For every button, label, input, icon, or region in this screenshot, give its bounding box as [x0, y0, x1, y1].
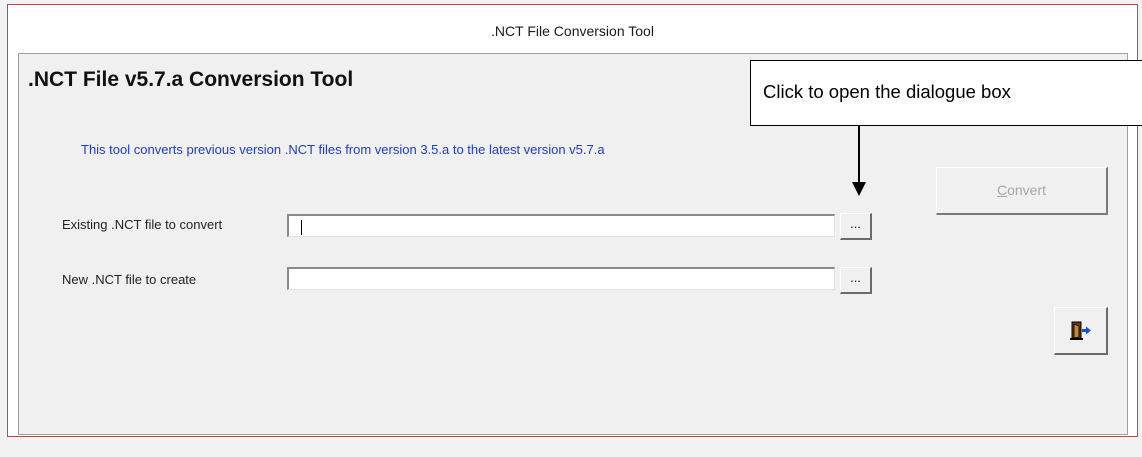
exit-button[interactable] [1054, 307, 1108, 355]
callout-arrowhead [852, 182, 866, 196]
text-cursor [301, 220, 302, 235]
new-file-input[interactable] [287, 267, 835, 290]
form-heading: .NCT File v5.7.a Conversion Tool [28, 68, 354, 91]
convert-label-mnemonic: C [996, 182, 1008, 198]
existing-file-label: Existing .NCT file to convert [62, 217, 223, 232]
tool-description: This tool converts previous version .NCT… [81, 142, 605, 157]
existing-file-input[interactable] [287, 214, 835, 237]
callout-annotation: Click to open the dialogue box [750, 60, 1142, 126]
convert-button[interactable]: Convert [936, 167, 1108, 215]
exit-door-icon [1070, 321, 1091, 340]
browse-new-file-button[interactable]: ... [840, 267, 872, 294]
browse-existing-file-button[interactable]: ... [840, 213, 872, 240]
new-file-label: New .NCT file to create [62, 272, 197, 287]
window-title: .NCT File Conversion Tool [491, 23, 654, 39]
callout-pointer-line [858, 126, 860, 182]
convert-label-rest: onvert [1007, 182, 1047, 198]
